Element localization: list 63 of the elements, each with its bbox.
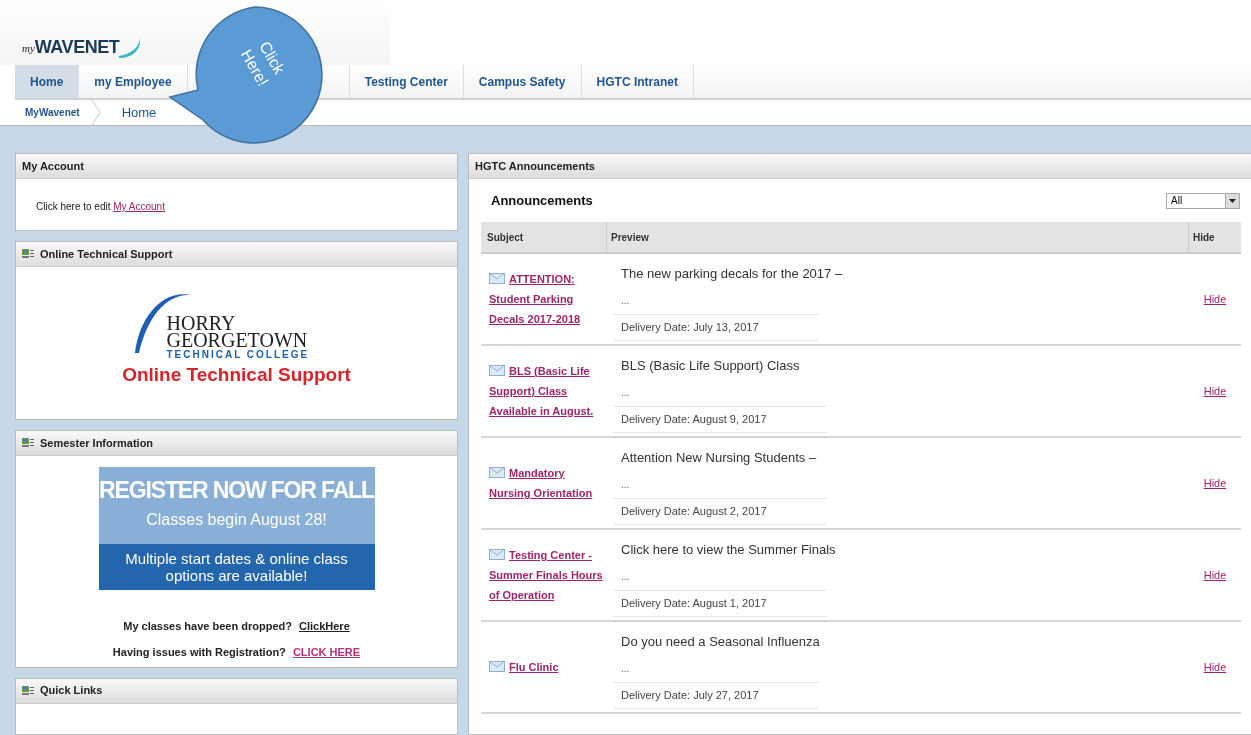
column-header: Preview <box>607 222 1189 252</box>
envelope-icon <box>489 661 505 672</box>
hide-link[interactable]: Hide <box>1203 290 1227 308</box>
delivery-date: Delivery Date: August 2, 2017 <box>613 497 827 524</box>
envelope-icon <box>489 273 505 284</box>
breadcrumb-current: Home <box>121 103 157 122</box>
preview-ellipsis: ... <box>620 569 631 584</box>
account-text: Click here to edit My Account <box>35 200 166 214</box>
panel-title: My Account <box>22 158 84 174</box>
panel-title: HGTC Announcements <box>475 158 595 174</box>
support-caption: Online Technical Support <box>122 363 351 388</box>
preview-text: Click here to view the Summer Finals <box>620 541 837 559</box>
preview-text: Do you need a Seasonal Influenza <box>620 633 821 651</box>
delivery-date: Delivery Date: August 1, 2017 <box>613 589 827 616</box>
banner-subtitle: Classes begin August 28! <box>146 509 327 530</box>
panel-title: Semester Information <box>40 435 154 451</box>
logo-prefix: my <box>22 41 35 56</box>
hide-link[interactable]: Hide <box>1203 566 1227 584</box>
nav-tab[interactable]: Campus Safety <box>463 65 582 98</box>
preview-ellipsis: ... <box>620 293 631 308</box>
account-link[interactable]: My Account <box>113 201 165 212</box>
announcement-link[interactable]: Mandatory Nursing Orientation <box>489 463 603 503</box>
help-link[interactable]: ClickHere <box>299 619 350 632</box>
announcement-link[interactable]: Testing Center - Summer Finals Hours of Operation <box>489 545 603 605</box>
delivery-date: Delivery Date: July 27, 2017 <box>613 681 819 708</box>
hide-link[interactable]: Hide <box>1203 474 1227 492</box>
banner-note: Multiple start dates & online class options are available! <box>124 549 349 584</box>
caret-icon <box>1229 198 1236 203</box>
college-subtitle: TECHNICAL COLLEGE <box>166 350 310 361</box>
panel-title: Online Technical Support <box>40 247 173 263</box>
breadcrumb-link[interactable]: MyWavenet <box>15 105 92 120</box>
column-header: Hide <box>1192 230 1216 245</box>
preview-text: Attention New Nursing Students – <box>620 449 818 467</box>
envelope-icon <box>489 467 505 478</box>
help-text: My classes have been dropped? ClickHere <box>123 618 350 634</box>
announcements-heading: Announcements <box>491 191 593 210</box>
hide-link[interactable]: Hide <box>1203 658 1227 676</box>
preview-ellipsis: ... <box>620 661 631 676</box>
announcement-link[interactable]: BLS (Basic Life Support) Class Available in August. <box>489 361 603 421</box>
preview-text: The new parking decals for the 2017 – <box>620 265 844 283</box>
envelope-icon <box>489 365 505 376</box>
nav-tab[interactable]: Home <box>15 65 80 98</box>
column-header: Subject <box>481 222 607 252</box>
panel-icon <box>22 249 34 260</box>
filter-dropdown[interactable]: All <box>1166 192 1240 209</box>
nav-tab[interactable]: HGTC Intranet <box>581 65 694 98</box>
logo-name: WAVENET <box>34 38 120 56</box>
help-link[interactable]: CLICK HERE <box>292 646 361 659</box>
preview-text: BLS (Basic Life Support) Class <box>620 357 801 375</box>
panel-icon <box>22 685 34 696</box>
announcement-link[interactable]: Flu Clinic <box>489 657 559 677</box>
help-text: Having issues with Registration? CLICK HERE <box>112 645 361 661</box>
banner-headline: REGISTER NOW FOR FALL <box>99 478 374 502</box>
preview-ellipsis: ... <box>620 477 631 492</box>
panel-title: Quick Links <box>40 683 103 699</box>
preview-ellipsis: ... <box>620 385 631 400</box>
announcement-link[interactable]: ATTENTION: Student Parking Decals 2017-2018 <box>489 269 603 329</box>
hide-link[interactable]: Hide <box>1203 382 1227 400</box>
envelope-icon <box>489 549 505 560</box>
panel-icon <box>22 437 34 448</box>
delivery-date: Delivery Date: August 9, 2017 <box>613 405 827 432</box>
delivery-date: Delivery Date: July 13, 2017 <box>613 313 819 340</box>
nav-tab[interactable]: Testing Center <box>349 65 464 98</box>
